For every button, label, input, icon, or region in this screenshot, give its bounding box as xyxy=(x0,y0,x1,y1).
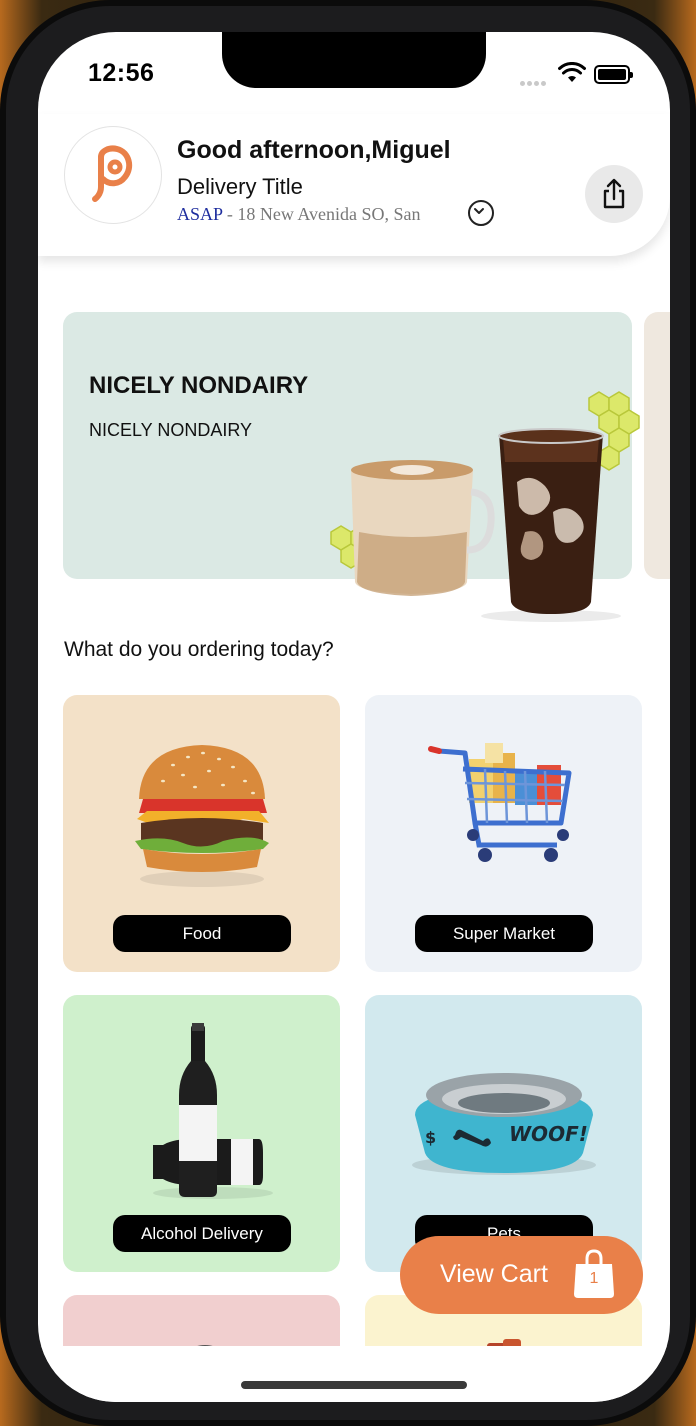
shopping-cart-image xyxy=(428,743,572,862)
status-time: 12:56 xyxy=(88,59,155,87)
category-super-market[interactable]: Super Market xyxy=(365,695,642,972)
category-pets[interactable]: WOOF! $ Pets xyxy=(365,995,642,1272)
burger-image xyxy=(135,745,269,887)
wifi-icon xyxy=(558,62,586,82)
view-cart-label: View Cart xyxy=(440,1260,548,1288)
app-screen: 12:56 Good afternoon,Miguel Delivery Tit… xyxy=(38,32,670,1402)
phone-bezel: 12:56 Good afternoon,Miguel Delivery Tit… xyxy=(6,6,690,1420)
greeting-text: Good afternoon,Miguel xyxy=(177,136,451,164)
coffee-drinks-image xyxy=(330,391,640,622)
category-food[interactable]: Food xyxy=(63,695,340,972)
share-button[interactable] xyxy=(585,165,643,223)
promo-banner[interactable]: NICELY NONDAIRY NICELY NONDAIRY xyxy=(63,312,640,622)
section-title: What do you ordering today? xyxy=(64,638,334,661)
category-label-food: Food xyxy=(113,915,291,952)
svg-text:WOOF!: WOOF! xyxy=(509,1122,588,1146)
battery-icon xyxy=(594,65,633,84)
brand-logo xyxy=(64,126,162,224)
address-text: - 18 New Avenida SO, San xyxy=(222,204,421,224)
brand-logo-icon xyxy=(92,145,133,202)
asap-label: ASAP xyxy=(177,204,223,224)
pet-bowl-image: WOOF! $ xyxy=(412,1073,596,1175)
delivery-address[interactable]: ASAP - 18 New Avenida SO, San xyxy=(177,204,421,225)
wine-bottles-image xyxy=(153,1023,273,1199)
header: Good afternoon,Miguel Delivery Title ASA… xyxy=(38,114,670,256)
status-icons xyxy=(520,62,640,86)
category-alcohol-delivery[interactable]: Alcohol Delivery xyxy=(63,995,340,1272)
next-banner-peek[interactable] xyxy=(644,312,670,579)
bottom-safe-area xyxy=(38,1346,670,1402)
home-indicator[interactable] xyxy=(241,1381,467,1389)
svg-text:$: $ xyxy=(425,1128,436,1147)
cellular-signal-icon xyxy=(520,73,548,91)
notch xyxy=(222,32,486,88)
view-cart-button[interactable]: View Cart 1 xyxy=(400,1236,643,1314)
share-icon xyxy=(603,178,625,209)
chevron-down-icon[interactable] xyxy=(468,200,494,226)
category-label-alcohol-delivery: Alcohol Delivery xyxy=(113,1215,291,1252)
delivery-title[interactable]: Delivery Title xyxy=(177,174,303,200)
category-label-super-market: Super Market xyxy=(415,915,593,952)
cart-count-badge: 1 xyxy=(589,1270,599,1287)
banner-title: NICELY NONDAIRY xyxy=(89,372,309,399)
phone-frame: 12:56 Good afternoon,Miguel Delivery Tit… xyxy=(0,0,696,1426)
banner-subtitle: NICELY NONDAIRY xyxy=(89,420,253,440)
